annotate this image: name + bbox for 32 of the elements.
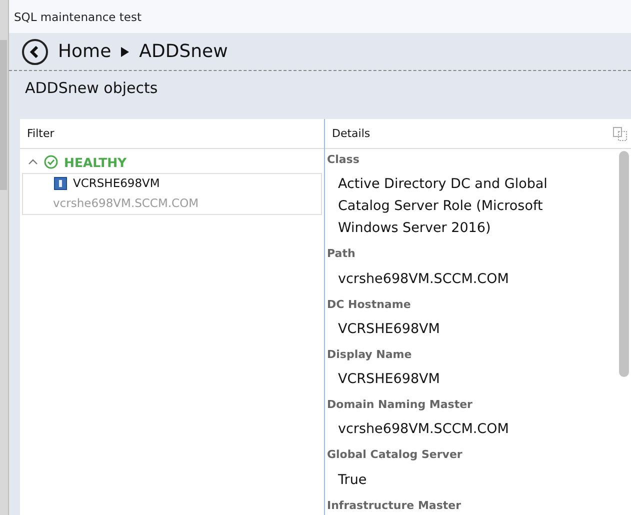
field-label: Class	[327, 153, 360, 168]
field-value: Active Directory DC and Global Catalog Server Role (Microsoft Windows Server 2016)	[337, 175, 548, 238]
back-button[interactable]	[22, 38, 48, 64]
filter-header: Filter	[27, 127, 54, 140]
list-item[interactable]: VCRSHE698VM vcrshe698VM.SCCM.COM	[22, 173, 322, 215]
back-icon	[29, 46, 41, 58]
field-label: DC Hostname	[327, 298, 412, 313]
item-subtitle: vcrshe698VM.SCCM.COM	[53, 196, 200, 210]
field-value: VCRSHE698VM	[337, 320, 441, 339]
details-header: Details	[332, 127, 370, 140]
field-value: vcrshe698VM.SCCM.COM	[337, 270, 510, 289]
item-name: VCRSHE698VM	[73, 176, 160, 190]
server-icon	[54, 176, 67, 190]
collapse-icon[interactable]	[28, 158, 38, 166]
field-label: Global Catalog Server	[327, 448, 464, 464]
field-label: Domain Naming Master	[327, 398, 474, 414]
copy-icon[interactable]	[613, 126, 627, 140]
breadcrumb-item: ADDSnew	[139, 41, 228, 62]
scrollbar-thumb[interactable]	[619, 151, 629, 377]
field-value: True	[337, 470, 368, 490]
scrollbar-thumb[interactable]	[0, 40, 7, 190]
group-label: HEALTHY	[64, 154, 127, 170]
window-title: SQL maintenance test	[14, 10, 142, 24]
caret-icon	[121, 46, 130, 56]
field-value: VCRSHE698VM	[337, 370, 441, 390]
field-label: Display Name	[327, 348, 413, 363]
section-title: ADDSnew objects	[25, 79, 158, 97]
breadcrumb-item[interactable]: Home	[58, 41, 112, 62]
check-circle-icon	[44, 155, 58, 169]
field-label: Infrastructure Master	[327, 498, 462, 514]
field-value: vcrshe698VM.SCCM.COM	[337, 420, 510, 440]
field-label: Path	[327, 247, 356, 262]
